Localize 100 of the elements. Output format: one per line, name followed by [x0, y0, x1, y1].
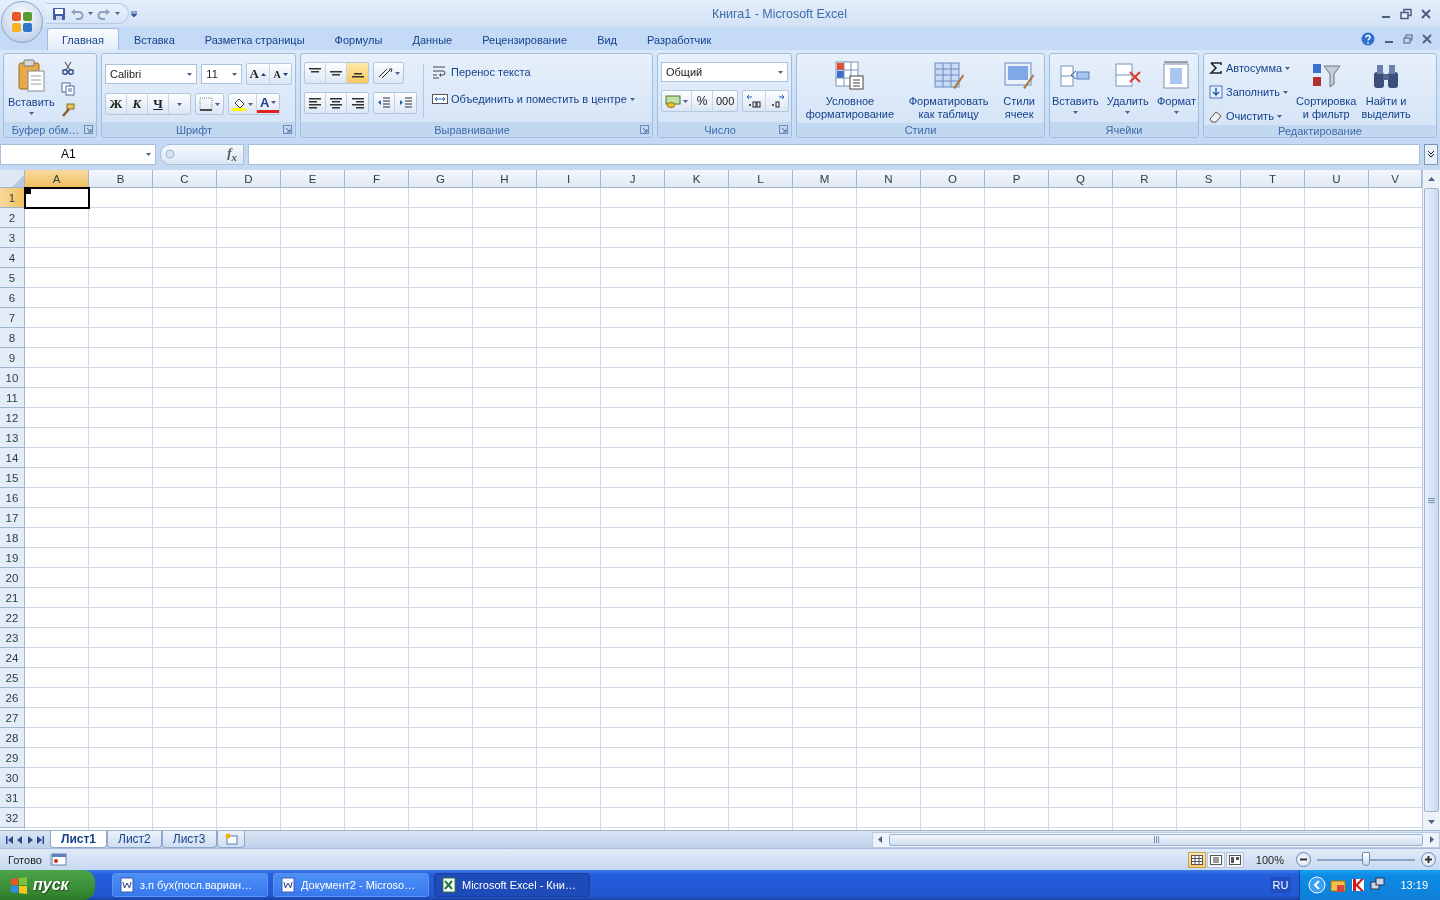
shrink-font-button[interactable]: A: [270, 64, 291, 84]
row-header[interactable]: 1: [0, 188, 25, 208]
row-header[interactable]: 31: [0, 788, 25, 808]
ribbon-tab[interactable]: Главная: [47, 28, 119, 50]
column-header[interactable]: V: [1369, 170, 1422, 188]
close-icon[interactable]: [1422, 33, 1432, 44]
paste-button[interactable]: Вставить: [7, 57, 56, 122]
font-size-field[interactable]: 11: [201, 64, 242, 84]
taskbar-button[interactable]: Microsoft Excel - Кни…: [434, 873, 590, 897]
underline-button[interactable]: Ч: [148, 94, 169, 114]
restore-icon[interactable]: [1403, 33, 1413, 44]
view-button[interactable]: [1187, 851, 1206, 868]
zoom-slider[interactable]: [1317, 851, 1415, 868]
borders-button[interactable]: [195, 93, 224, 115]
zoom-level[interactable]: 100%: [1249, 853, 1290, 866]
ribbon-tab[interactable]: Вид: [582, 28, 633, 50]
column-header[interactable]: P: [985, 170, 1049, 188]
row-header[interactable]: 20: [0, 568, 25, 588]
fill-color-button[interactable]: [229, 94, 257, 114]
merge-center-button[interactable]: Объединить и поместить в центре: [430, 90, 637, 108]
scroll-thumb[interactable]: [1424, 188, 1439, 812]
zoom-out-button[interactable]: [1296, 852, 1311, 867]
column-header[interactable]: O: [921, 170, 985, 188]
folder-icon[interactable]: [1330, 877, 1347, 893]
font-color-button[interactable]: A: [257, 95, 280, 113]
dialog-launcher-icon[interactable]: [640, 125, 649, 134]
row-header[interactable]: 30: [0, 768, 25, 788]
zoom-in-button[interactable]: [1421, 852, 1436, 867]
row-header[interactable]: 21: [0, 588, 25, 608]
row-header[interactable]: 13: [0, 428, 25, 448]
vertical-align-button[interactable]: [347, 63, 368, 83]
column-header[interactable]: B: [89, 170, 153, 188]
clear-button[interactable]: Очистить: [1207, 107, 1293, 125]
fill-button[interactable]: Заполнить: [1207, 83, 1293, 101]
row-header[interactable]: 25: [0, 668, 25, 688]
row-header[interactable]: 8: [0, 328, 25, 348]
insert-cells-button[interactable]: Вставить: [1051, 58, 1100, 122]
ribbon-tab[interactable]: Данные: [397, 28, 468, 50]
ribbon-tab[interactable]: Разметка страницы: [189, 28, 320, 50]
row-header[interactable]: 32: [0, 808, 25, 828]
help-icon[interactable]: [1361, 31, 1375, 46]
row-header[interactable]: 22: [0, 608, 25, 628]
restore-icon[interactable]: [1400, 7, 1412, 20]
ribbon-tab[interactable]: Формулы: [319, 28, 398, 50]
taskbar-button[interactable]: з.п бух(посл.вариан…: [112, 873, 268, 897]
row-header[interactable]: 18: [0, 528, 25, 548]
row-header[interactable]: 26: [0, 688, 25, 708]
sheet-tab[interactable]: Лист2: [107, 830, 162, 848]
find-select-button[interactable]: Найти и выделить: [1360, 58, 1412, 125]
orientation-button[interactable]: [373, 62, 404, 84]
column-header[interactable]: N: [857, 170, 921, 188]
grow-font-button[interactable]: A: [246, 64, 270, 84]
row-header[interactable]: 4: [0, 248, 25, 268]
column-header[interactable]: C: [153, 170, 217, 188]
number-format-field[interactable]: Общий: [661, 62, 788, 82]
cell-styles-button[interactable]: Стили ячеек: [1002, 58, 1037, 123]
column-header[interactable]: A: [25, 170, 89, 188]
column-header[interactable]: F: [345, 170, 409, 188]
sheet-tab[interactable]: Лист1: [50, 830, 108, 848]
row-header[interactable]: 15: [0, 468, 25, 488]
row-header[interactable]: 27: [0, 708, 25, 728]
copy-button[interactable]: [58, 80, 77, 98]
row-header[interactable]: 19: [0, 548, 25, 568]
customize-toolbar-icon[interactable]: [129, 8, 139, 19]
column-header[interactable]: S: [1177, 170, 1241, 188]
dialog-launcher-icon[interactable]: [283, 125, 292, 134]
column-header[interactable]: E: [281, 170, 345, 188]
column-header[interactable]: J: [601, 170, 665, 188]
start-button[interactable]: пуск: [0, 870, 95, 900]
row-header[interactable]: 5: [0, 268, 25, 288]
thousands-button[interactable]: 000: [713, 91, 738, 111]
name-box[interactable]: A1: [0, 143, 156, 165]
row-header[interactable]: 17: [0, 508, 25, 528]
row-header[interactable]: 9: [0, 348, 25, 368]
row-header[interactable]: 24: [0, 648, 25, 668]
ribbon-tab[interactable]: Рецензирование: [467, 28, 583, 50]
first-sheet-icon[interactable]: [6, 835, 13, 844]
expand-formula-button[interactable]: [1424, 143, 1438, 165]
sheet-tab[interactable]: Лист3: [161, 830, 217, 848]
column-header[interactable]: Q: [1049, 170, 1113, 188]
column-header[interactable]: R: [1113, 170, 1177, 188]
view-button[interactable]: [1225, 851, 1244, 868]
row-header[interactable]: 23: [0, 628, 25, 648]
insert-function-button[interactable]: f$_{x}$: [225, 145, 239, 163]
row-header[interactable]: 3: [0, 228, 25, 248]
row-header[interactable]: 11: [0, 388, 25, 408]
format-cells-button[interactable]: Формат: [1155, 58, 1197, 122]
network-icon[interactable]: [1370, 877, 1387, 893]
delete-cells-button[interactable]: Удалить: [1105, 58, 1150, 122]
row-header[interactable]: 10: [0, 368, 25, 388]
language-indicator[interactable]: RU: [1269, 877, 1292, 893]
shield-icon[interactable]: [1350, 877, 1367, 893]
column-header[interactable]: U: [1305, 170, 1369, 188]
formula-input[interactable]: [248, 143, 1420, 165]
column-header[interactable]: L: [729, 170, 793, 188]
row-header[interactable]: 6: [0, 288, 25, 308]
row-header[interactable]: 28: [0, 728, 25, 748]
dialog-launcher-icon[interactable]: [84, 125, 93, 134]
row-header[interactable]: 14: [0, 448, 25, 468]
bold-button[interactable]: Ж: [106, 94, 127, 114]
